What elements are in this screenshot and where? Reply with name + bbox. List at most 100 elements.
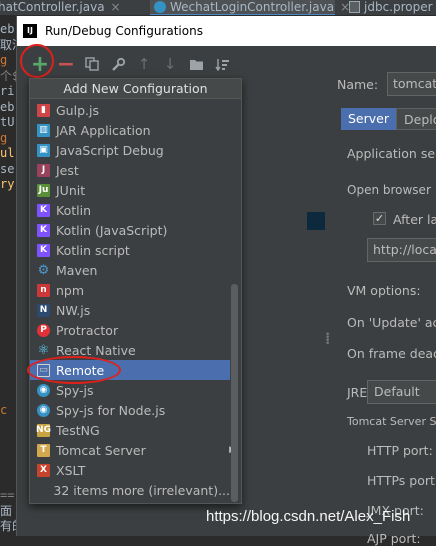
folder-icon: [189, 59, 203, 70]
config-type-label: npm: [56, 282, 85, 298]
intellij-logo-icon: IJ: [23, 24, 37, 38]
config-type-item[interactable]: N NW.js: [30, 300, 230, 320]
config-type-item[interactable]: n npm: [30, 280, 230, 300]
open-browser-label: Open browser: [347, 183, 431, 197]
kotlin-icon: K: [37, 203, 50, 217]
spy-js-node-icon: ◉: [37, 403, 50, 417]
config-type-item[interactable]: NG TestNG: [30, 420, 230, 440]
folder-button[interactable]: [185, 53, 207, 75]
code-line: 个$: [0, 68, 16, 83]
after-launch-checkbox[interactable]: ✓: [373, 212, 386, 225]
popup-scrollbar[interactable]: [231, 284, 238, 502]
code-line: eb: [0, 22, 15, 36]
editor-tab-label: hatController.java: [0, 0, 105, 14]
config-type-label: JUnit: [56, 182, 86, 198]
tab-server[interactable]: Server: [341, 108, 396, 130]
remove-configuration-button[interactable]: −: [55, 52, 77, 77]
config-type-label: NW.js: [56, 302, 91, 318]
config-type-label: JAR Application: [56, 122, 151, 138]
code-line: c: [0, 402, 8, 417]
sort-button[interactable]: [211, 53, 233, 75]
https-port-label: HTTPs port:: [367, 473, 436, 488]
add-configuration-button[interactable]: +: [20, 44, 54, 78]
editor-tab-active[interactable]: WechatLoginController.java ×: [150, 0, 350, 15]
config-type-item[interactable]: J Jest: [30, 160, 230, 180]
config-type-item[interactable]: ◉ Spy-js: [30, 380, 230, 400]
configurations-toolbar: + − ↑ ↓: [17, 44, 327, 82]
move-up-button[interactable]: ↑: [133, 53, 155, 75]
tab-deployment[interactable]: Deploy: [396, 108, 436, 130]
jest-icon: J: [37, 163, 50, 177]
config-type-label: Spy-js: [56, 382, 94, 398]
watermark-text: https://blog.csdn.net/Alex_Fish: [206, 508, 411, 525]
config-type-item[interactable]: ⚙ Maven: [30, 260, 230, 280]
editor-tab-label: WechatLoginController.java: [170, 0, 335, 14]
tomcat-icon: T: [37, 443, 50, 457]
config-type-label: JavaScript Debug: [56, 142, 164, 158]
code-line: 取消: [0, 37, 16, 52]
config-type-item[interactable]: Ju JUnit: [30, 180, 230, 200]
config-type-item[interactable]: ◉ Spy-js for Node.js: [30, 400, 230, 420]
config-type-item[interactable]: ▥ JAR Application: [30, 120, 230, 140]
dialog-title-bar[interactable]: IJ Run/Debug Configurations: [17, 16, 436, 46]
config-type-label: TestNG: [56, 422, 100, 438]
config-type-item[interactable]: ▮ Gulp.js: [30, 100, 230, 120]
tomcat-settings-label: Tomcat Server Se: [347, 415, 436, 428]
kotlin-js-icon: K: [37, 223, 50, 237]
editor-code-strip: eb 取消 g 个$ ri eb tU g ul se ry c == 面 有的: [0, 16, 16, 536]
react-icon: ⚛: [37, 342, 50, 358]
jar-icon: ▥: [37, 123, 50, 137]
editor-tab[interactable]: jdbc.proper: [345, 0, 436, 15]
config-type-item[interactable]: 32 items more (irrelevant)...: [30, 480, 230, 500]
on-update-label: On 'Update' act: [347, 315, 436, 330]
move-down-button[interactable]: ↓: [159, 53, 181, 75]
config-subtabs: Server Deploy: [341, 108, 436, 130]
editor-tab-label: jdbc.proper: [364, 0, 433, 14]
close-icon[interactable]: ×: [111, 0, 121, 14]
properties-file-icon: [349, 1, 360, 13]
browser-url-input[interactable]: http://local: [367, 238, 436, 262]
config-type-item[interactable]: K Kotlin: [30, 200, 230, 220]
on-frame-deactivation-label: On frame deact: [347, 346, 436, 361]
arrow-down-icon: ↓: [163, 55, 177, 73]
code-line: se: [0, 161, 15, 176]
config-type-item[interactable]: ▭ Remote: [27, 356, 230, 384]
dialog-title: Run/Debug Configurations: [45, 24, 203, 38]
selected-tree-row[interactable]: [307, 212, 325, 230]
config-type-label: Kotlin: [56, 202, 91, 218]
config-type-label: Spy-js for Node.js: [56, 402, 166, 418]
xslt-icon: X: [37, 463, 50, 477]
config-type-label: Kotlin (JavaScript): [56, 222, 168, 238]
editor-tab[interactable]: hatController.java ×: [0, 0, 144, 15]
config-type-item[interactable]: ▣ JavaScript Debug: [30, 140, 230, 160]
protractor-icon: P: [37, 323, 50, 337]
config-type-label: Gulp.js: [56, 102, 99, 118]
config-type-label: Maven: [56, 262, 98, 278]
edit-defaults-button[interactable]: [107, 53, 129, 75]
config-type-item[interactable]: K Kotlin (JavaScript): [30, 220, 230, 240]
code-line: g: [0, 53, 8, 67]
gulp-icon: ▮: [37, 103, 50, 117]
code-line: ry: [0, 177, 15, 191]
code-line: g: [0, 130, 8, 145]
code-line: ri: [0, 84, 15, 98]
config-type-label: Tomcat Server: [56, 442, 146, 458]
code-line: ==: [0, 488, 15, 502]
config-type-label: Jest: [56, 162, 79, 178]
popup-header: Add New Configuration: [30, 79, 241, 99]
config-type-label: 32 items more (irrelevant)...: [53, 482, 230, 498]
config-type-item[interactable]: TTomcat Server▶: [30, 440, 236, 460]
panel-splitter-handle[interactable]: • • • •: [325, 331, 330, 349]
config-type-item[interactable]: X XSLT: [30, 460, 230, 480]
config-type-item[interactable]: K Kotlin script: [30, 240, 230, 260]
name-input[interactable]: tomcat: [387, 72, 436, 96]
jre-select[interactable]: Default: [367, 380, 436, 404]
code-line: ul: [0, 146, 15, 160]
js-debug-icon: ▣: [37, 143, 50, 157]
run-debug-configurations-dialog: IJ Run/Debug Configurations + − ↑ ↓ Add …: [16, 16, 436, 546]
copy-icon: [85, 57, 99, 71]
copy-configuration-button[interactable]: [81, 53, 103, 75]
config-type-item[interactable]: P Protractor: [30, 320, 230, 340]
highlight-circle: [20, 44, 54, 78]
name-label: Name:: [337, 77, 379, 92]
